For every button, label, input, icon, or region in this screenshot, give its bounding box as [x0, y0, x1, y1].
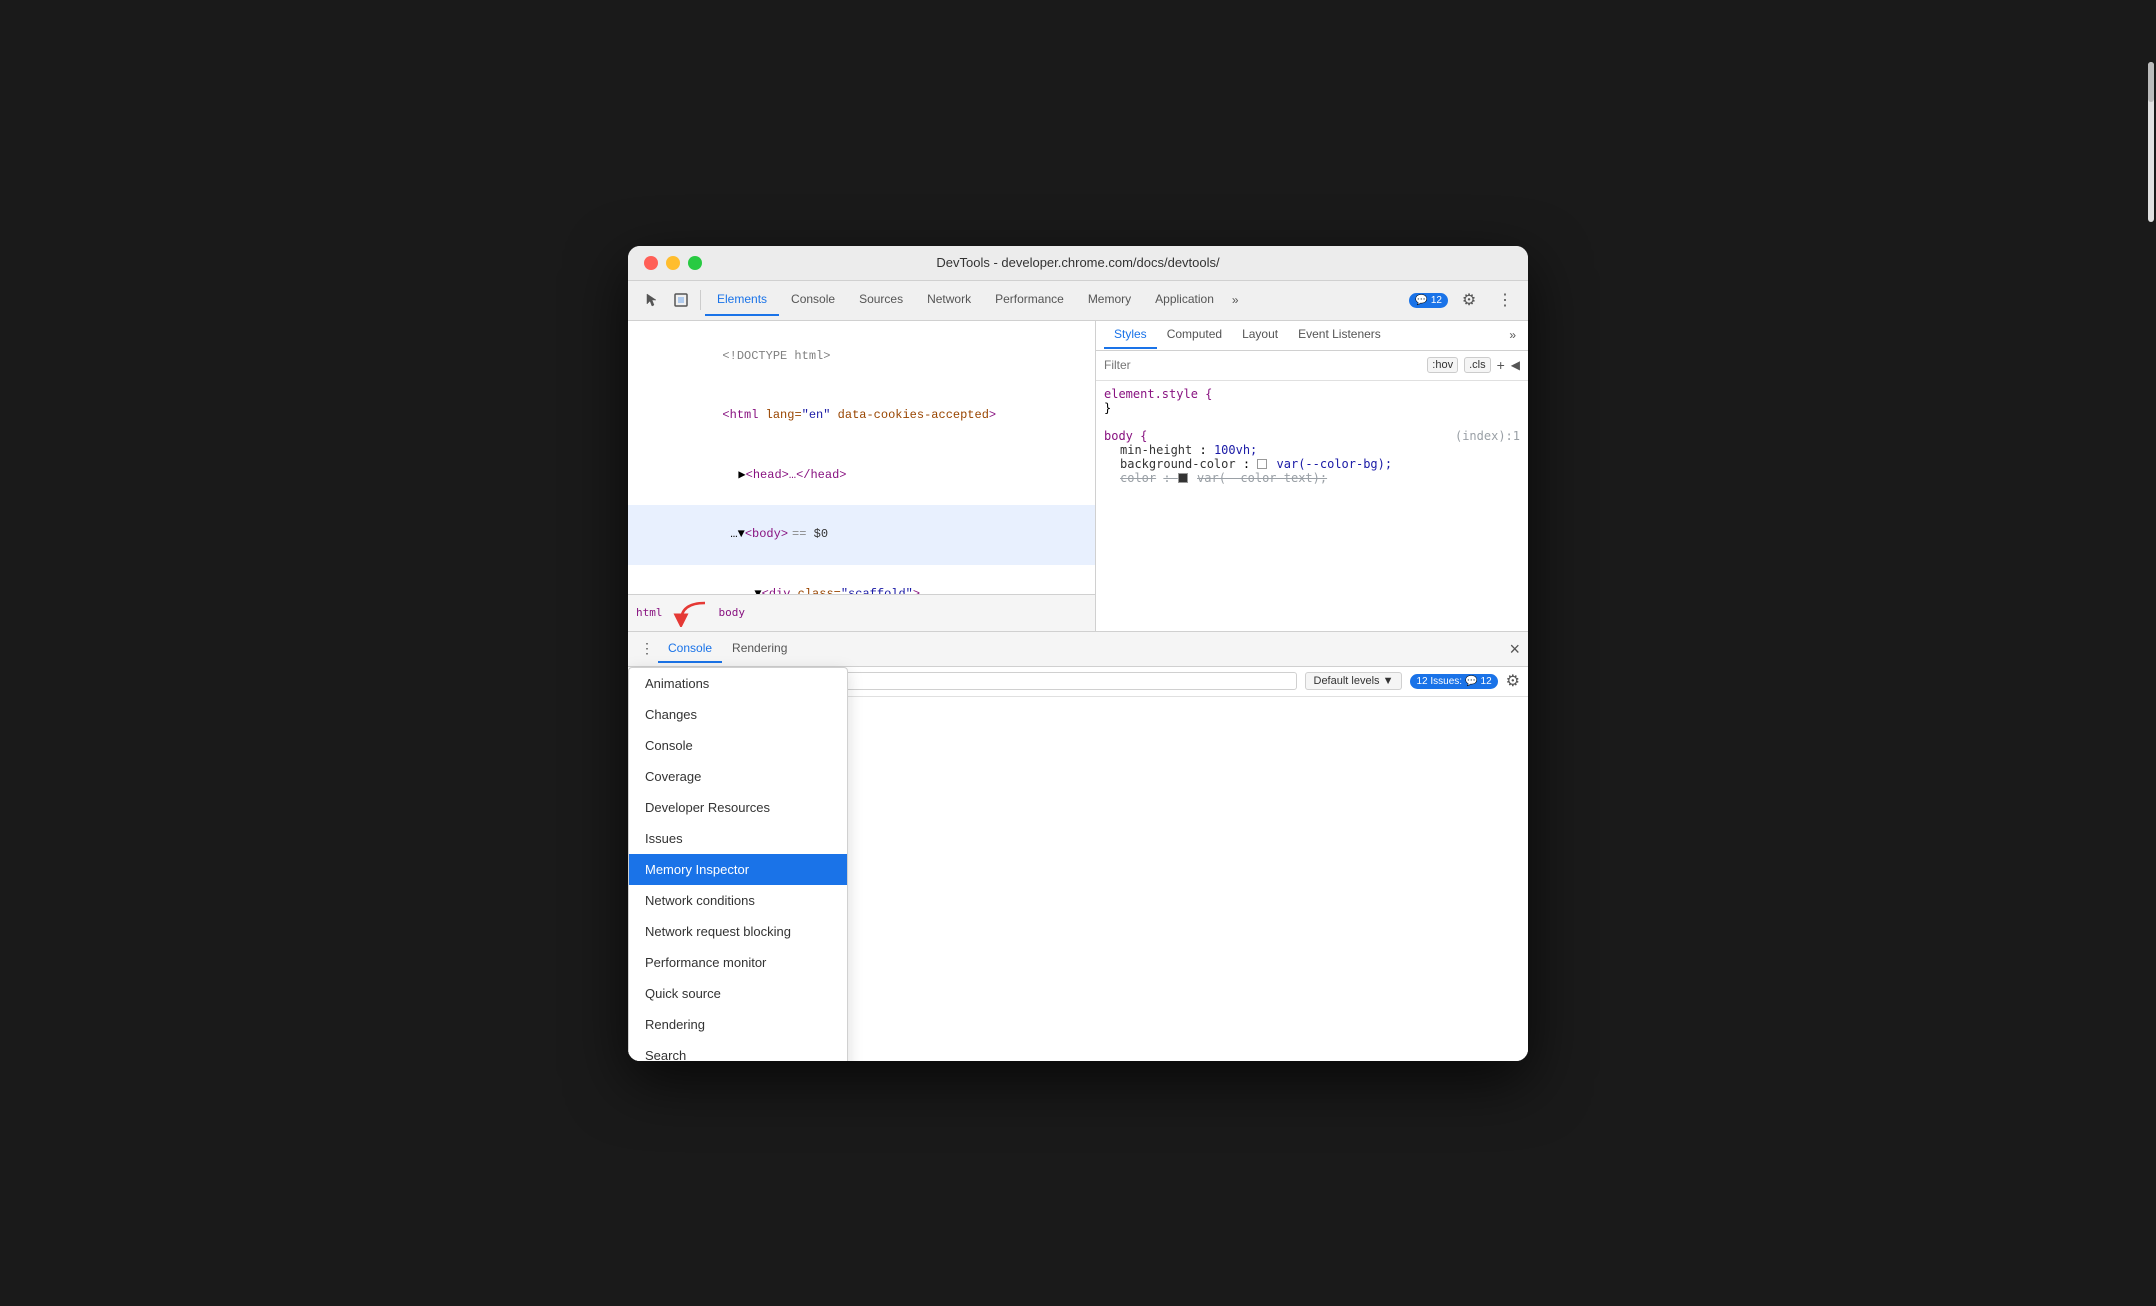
- dropdown-item-rendering[interactable]: Rendering: [629, 1009, 847, 1040]
- more-options-icon[interactable]: ⋮: [1490, 285, 1520, 315]
- top-tab-bar: Elements Console Sources Network Perform…: [628, 281, 1528, 321]
- cls-button[interactable]: .cls: [1464, 357, 1491, 373]
- title-bar: DevTools - developer.chrome.com/docs/dev…: [628, 246, 1528, 281]
- styles-tab-styles[interactable]: Styles: [1104, 321, 1157, 349]
- dropdown-item-issues[interactable]: Issues: [629, 823, 847, 854]
- body-prop-color: color : var(--color-text);: [1104, 471, 1520, 485]
- bottom-tab-console[interactable]: Console: [658, 635, 722, 663]
- log-levels-button[interactable]: Default levels ▼: [1305, 672, 1403, 690]
- styles-tab-overflow[interactable]: »: [1505, 328, 1520, 342]
- dom-tree: <!DOCTYPE html> <html lang="en" data-coo…: [628, 321, 1095, 594]
- dropdown-item-animations[interactable]: Animations: [629, 668, 847, 699]
- body-style-block: body { (index):1 min-height : 100vh; bac…: [1104, 429, 1520, 485]
- tab-network[interactable]: Network: [915, 284, 983, 316]
- tab-elements[interactable]: Elements: [705, 284, 779, 316]
- element-style-close: }: [1104, 401, 1520, 415]
- close-button[interactable]: [644, 256, 658, 270]
- dom-line-html[interactable]: <html lang="en" data-cookies-accepted>: [628, 386, 1095, 446]
- tab-console[interactable]: Console: [779, 284, 847, 316]
- chat-icon: 💬: [1415, 295, 1427, 306]
- arrow-indicator-text: [667, 599, 715, 627]
- color-swatch[interactable]: [1178, 473, 1188, 483]
- bg-color-swatch[interactable]: [1257, 459, 1267, 469]
- dropdown-item-coverage[interactable]: Coverage: [629, 761, 847, 792]
- dropdown-item-performance-monitor[interactable]: Performance monitor: [629, 947, 847, 978]
- tab-memory[interactable]: Memory: [1076, 284, 1143, 316]
- body-selector-line: body { (index):1: [1104, 429, 1520, 443]
- issues-badge[interactable]: 💬 12: [1409, 293, 1448, 308]
- styles-tab-layout[interactable]: Layout: [1232, 321, 1288, 349]
- tab-overflow-button[interactable]: »: [1226, 285, 1245, 315]
- body-prop-min-height: min-height : 100vh;: [1104, 443, 1520, 457]
- element-style-block: element.style { }: [1104, 387, 1520, 415]
- dropdown-item-memory-inspector[interactable]: Memory Inspector: [629, 854, 847, 885]
- tab-separator: [700, 290, 701, 310]
- devtools-window: DevTools - developer.chrome.com/docs/dev…: [628, 246, 1528, 1061]
- dropdown-item-changes[interactable]: Changes: [629, 699, 847, 730]
- devtools-container: Elements Console Sources Network Perform…: [628, 281, 1528, 1061]
- dropdown-item-network-conditions[interactable]: Network conditions: [629, 885, 847, 916]
- issues-count: 12: [1431, 295, 1442, 306]
- minimize-button[interactable]: [666, 256, 680, 270]
- dom-panel: <!DOCTYPE html> <html lang="en" data-coo…: [628, 321, 1096, 631]
- bottom-panel: ⋮ Console Rendering × Default levels ▼ 1…: [628, 631, 1528, 1061]
- styles-tab-computed[interactable]: Computed: [1157, 321, 1232, 349]
- dropdown-item-search[interactable]: Search: [629, 1040, 847, 1061]
- breadcrumb-body[interactable]: body: [719, 606, 746, 619]
- styles-content: element.style { } body { (index):1: [1096, 381, 1528, 631]
- main-content: <!DOCTYPE html> <html lang="en" data-coo…: [628, 321, 1528, 631]
- dropdown-item-developer-resources[interactable]: Developer Resources: [629, 792, 847, 823]
- close-bottom-panel-button[interactable]: ×: [1509, 640, 1520, 658]
- styles-filter-bar: :hov .cls + ◀: [1096, 351, 1528, 381]
- inspect-icon[interactable]: [666, 285, 696, 315]
- element-style-selector: element.style {: [1104, 387, 1520, 401]
- settings-icon[interactable]: ⚙: [1454, 285, 1484, 315]
- traffic-lights: [644, 256, 702, 270]
- drawer-dropdown-menu: Animations Changes Console Coverage Deve…: [628, 667, 848, 1061]
- maximize-button[interactable]: [688, 256, 702, 270]
- hov-button[interactable]: :hov: [1427, 357, 1458, 373]
- issues-label: 12 Issues:: [1416, 676, 1462, 687]
- dropdown-item-network-request-blocking[interactable]: Network request blocking: [629, 916, 847, 947]
- styles-panel: Styles Computed Layout Event Listeners »…: [1096, 321, 1528, 631]
- dom-line-scaffold[interactable]: ▼<div class="scaffold"> grid: [628, 565, 1095, 594]
- dropdown-item-console[interactable]: Console: [629, 730, 847, 761]
- top-tabs-right: 💬 12 ⚙ ⋮: [1409, 285, 1520, 315]
- dom-line-doctype: <!DOCTYPE html>: [628, 327, 1095, 387]
- styles-tabs: Styles Computed Layout Event Listeners »: [1096, 321, 1528, 351]
- styles-filter-input[interactable]: [1104, 358, 1421, 372]
- bottom-tab-bar: ⋮ Console Rendering ×: [628, 632, 1528, 667]
- body-prop-bg-color: background-color : var(--color-bg);: [1104, 457, 1520, 471]
- cursor-tool-icon[interactable]: [636, 285, 666, 315]
- tab-performance[interactable]: Performance: [983, 284, 1076, 316]
- breadcrumb-bar: html body: [628, 594, 1095, 631]
- issues-badge-count: 12: [1481, 676, 1492, 687]
- new-style-rule-button[interactable]: ◀: [1511, 358, 1520, 372]
- window-title: DevTools - developer.chrome.com/docs/dev…: [936, 255, 1219, 270]
- add-style-button[interactable]: +: [1497, 357, 1505, 373]
- dropdown-item-quick-source[interactable]: Quick source: [629, 978, 847, 1009]
- console-settings-icon[interactable]: ⚙: [1506, 671, 1520, 691]
- styles-tab-event-listeners[interactable]: Event Listeners: [1288, 321, 1391, 349]
- chat-icon-small: 💬: [1465, 676, 1477, 687]
- tab-sources[interactable]: Sources: [847, 284, 915, 316]
- issues-count-badge[interactable]: 12 Issues: 💬 12: [1410, 674, 1497, 689]
- dom-line-body[interactable]: …▼<body>== $0: [628, 505, 1095, 565]
- dom-line-head[interactable]: ▶<head>…</head>: [628, 446, 1095, 506]
- tab-application[interactable]: Application: [1143, 284, 1226, 316]
- bottom-tab-icon[interactable]: ⋮: [636, 634, 658, 663]
- bottom-tab-rendering[interactable]: Rendering: [722, 635, 797, 663]
- breadcrumb-html[interactable]: html: [636, 606, 663, 619]
